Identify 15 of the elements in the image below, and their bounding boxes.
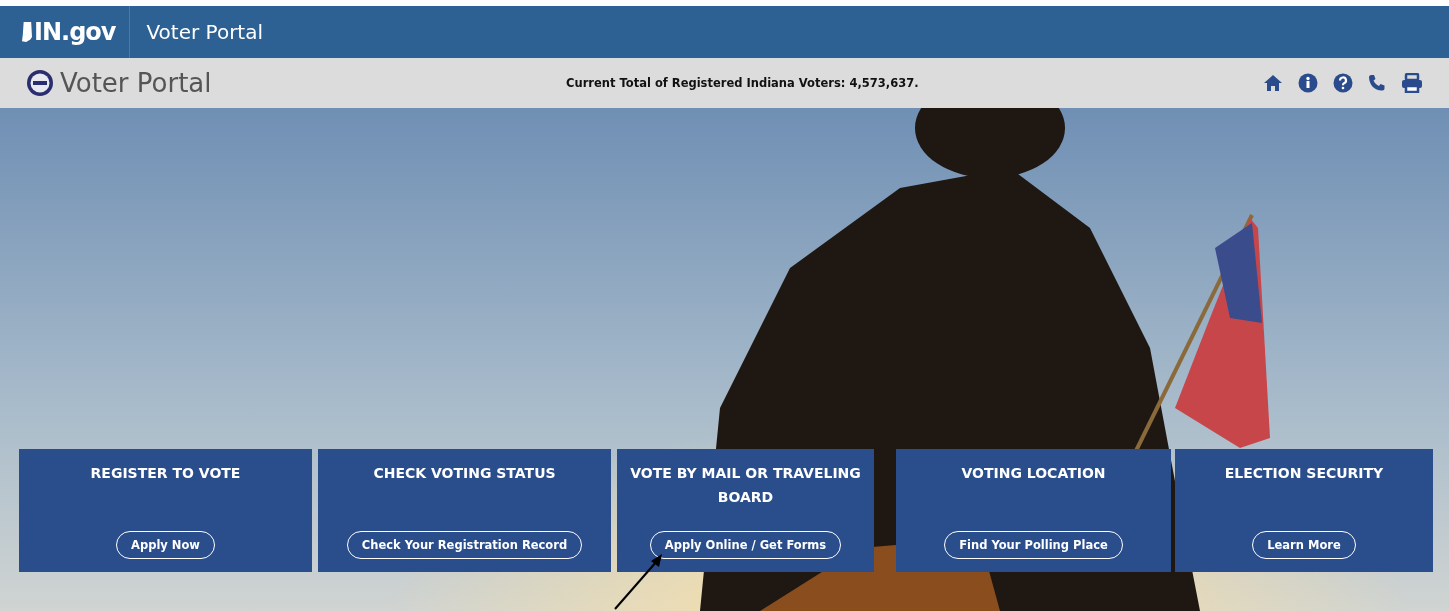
card-title: CHECK VOTING STATUS	[373, 464, 556, 483]
voter-total: Current Total of Registered Indiana Voters: 4,573,637.	[566, 76, 920, 90]
arrow-drawing	[613, 551, 665, 611]
help-icon[interactable]	[1333, 73, 1353, 93]
info-icon[interactable]	[1298, 73, 1318, 93]
card-title: VOTING LOCATION	[961, 464, 1106, 483]
site-logo[interactable]: IN.gov	[34, 18, 116, 46]
portal-title: Voter Portal	[60, 68, 212, 98]
card-title: VOTE BY MAIL OR TRAVELING BOARD	[629, 464, 862, 507]
card-title: REGISTER TO VOTE	[90, 464, 241, 483]
home-icon[interactable]	[1263, 74, 1283, 92]
print-icon[interactable]	[1401, 73, 1423, 93]
phone-icon[interactable]	[1368, 74, 1386, 92]
site-title: Voter Portal	[145, 20, 263, 44]
card-title: ELECTION SECURITY	[1224, 464, 1384, 483]
